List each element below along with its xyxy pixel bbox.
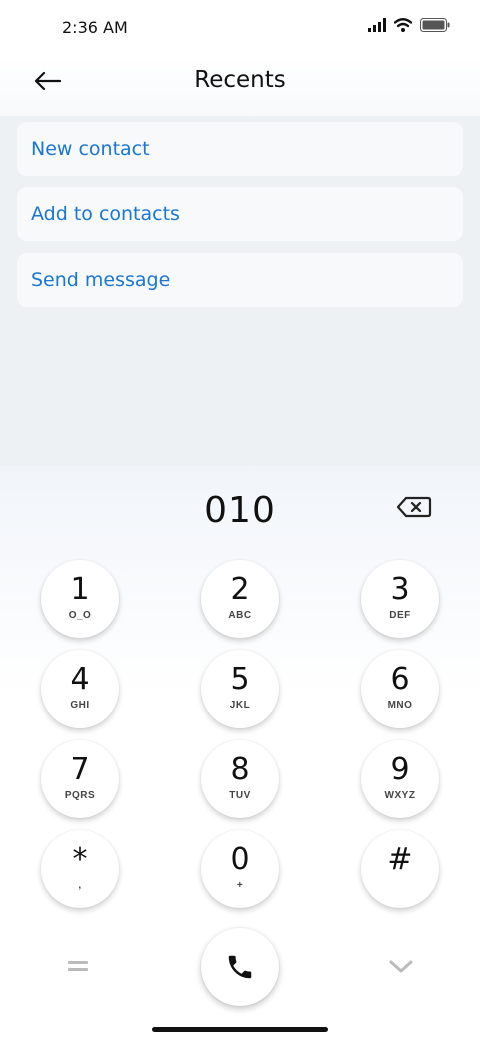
- key-star[interactable]: * ,: [41, 830, 119, 908]
- new-contact-label: New contact: [31, 138, 150, 160]
- add-to-contacts-label: Add to contacts: [31, 203, 180, 225]
- key-digit: 9: [390, 752, 410, 787]
- key-2[interactable]: 2 ABC: [201, 560, 279, 638]
- backspace-button[interactable]: [396, 496, 436, 520]
- send-message-button[interactable]: Send message: [17, 253, 463, 307]
- key-0[interactable]: 0 +: [201, 830, 279, 908]
- contact-actions: New contact Add to contacts Send message: [0, 116, 480, 466]
- key-digit: 5: [230, 662, 250, 697]
- collapse-keypad-button[interactable]: [386, 954, 416, 978]
- key-letters: O_O: [68, 610, 92, 621]
- key-digit: 3: [390, 572, 410, 607]
- menu-icon: [68, 961, 88, 971]
- key-letters: JKL: [229, 700, 251, 711]
- key-letters: +: [236, 880, 244, 891]
- key-5[interactable]: 5 JKL: [201, 650, 279, 728]
- status-bar: 2:36 AM: [0, 0, 480, 56]
- dialer-pad: 010 1 O_O 2 ABC 3 DEF 4 GHI 5 JKL 6 MNO …: [0, 466, 480, 1040]
- key-4[interactable]: 4 GHI: [41, 650, 119, 728]
- key-3[interactable]: 3 DEF: [361, 560, 439, 638]
- key-letters: PQRS: [64, 790, 96, 801]
- page-title: Recents: [194, 67, 286, 93]
- key-digit: 2: [230, 572, 250, 607]
- send-message-label: Send message: [31, 269, 171, 291]
- key-digit: 8: [230, 752, 250, 787]
- add-to-contacts-button[interactable]: Add to contacts: [17, 187, 463, 241]
- chevron-down-icon: [389, 960, 413, 973]
- app-header: Recents: [0, 56, 480, 116]
- key-letters: ABC: [228, 610, 252, 621]
- phone-icon: [228, 955, 252, 979]
- key-letters: TUV: [229, 790, 251, 801]
- status-time: 2:36 AM: [62, 18, 128, 37]
- key-digit: 4: [70, 662, 90, 697]
- signal-icon: [368, 18, 386, 32]
- key-digit: 0: [230, 842, 250, 877]
- key-1[interactable]: 1 O_O: [41, 560, 119, 638]
- key-letters: DEF: [389, 610, 411, 621]
- backspace-icon: [396, 496, 432, 518]
- wifi-icon: [394, 18, 412, 32]
- key-hash[interactable]: #: [361, 830, 439, 908]
- key-letters: MNO: [387, 700, 413, 711]
- new-contact-button[interactable]: New contact: [17, 122, 463, 176]
- key-digit: 6: [390, 662, 410, 697]
- menu-button[interactable]: [64, 956, 92, 976]
- battery-icon: [420, 18, 450, 32]
- home-indicator[interactable]: [152, 1027, 328, 1032]
- key-letters: ,: [78, 880, 82, 891]
- key-digit: 7: [70, 752, 90, 787]
- key-digit: *: [72, 842, 88, 877]
- key-6[interactable]: 6 MNO: [361, 650, 439, 728]
- key-letters: WXYZ: [384, 790, 416, 801]
- key-8[interactable]: 8 TUV: [201, 740, 279, 818]
- key-9[interactable]: 9 WXYZ: [361, 740, 439, 818]
- key-7[interactable]: 7 PQRS: [41, 740, 119, 818]
- key-digit: 1: [70, 572, 90, 607]
- key-digit: #: [387, 842, 413, 877]
- status-icons: [368, 18, 450, 32]
- key-letters: GHI: [70, 700, 90, 711]
- call-button[interactable]: [201, 928, 279, 1006]
